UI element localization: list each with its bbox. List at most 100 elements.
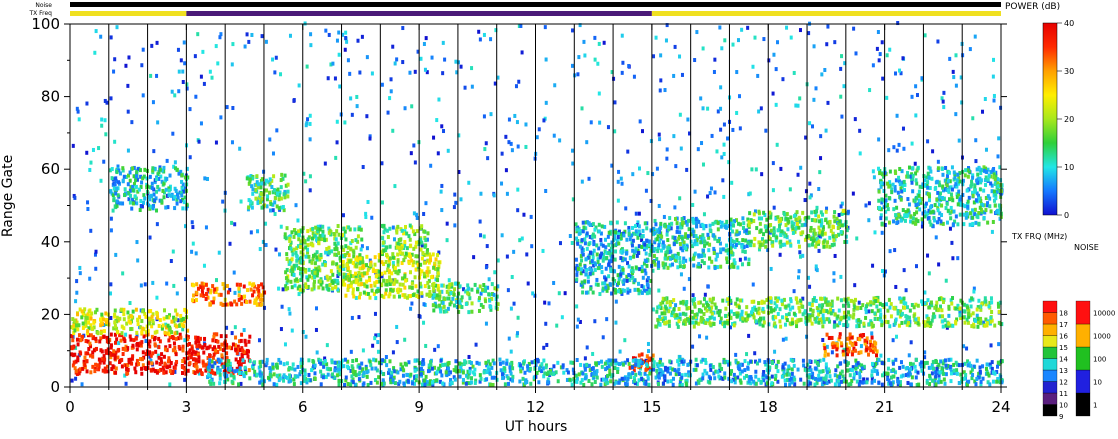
echo-cell — [667, 225, 671, 230]
echo-cell — [156, 184, 160, 189]
noise-echo-cell — [624, 206, 628, 211]
noise-echo-cell — [512, 301, 516, 306]
noise-echo-cell — [123, 187, 127, 192]
noise-echo-cell — [401, 26, 405, 31]
echo-cell — [441, 362, 445, 367]
noise-echo-cell — [706, 284, 710, 289]
echo-cell — [409, 270, 413, 275]
noise-echo-cell — [309, 43, 313, 48]
echo-cell — [634, 265, 638, 270]
echo-cell — [197, 355, 201, 360]
noise-echo-cell — [826, 100, 830, 105]
echo-cell — [346, 381, 350, 386]
noise-echo-cell — [238, 146, 242, 151]
noise-echo-cell — [774, 67, 778, 72]
noise-echo-cell — [113, 57, 117, 62]
echo-cell — [908, 361, 912, 366]
echo-cell — [373, 255, 377, 260]
noise-echo-cell — [88, 167, 92, 172]
echo-cell — [232, 375, 236, 380]
echo-cell — [432, 265, 436, 270]
echo-cell — [102, 354, 106, 359]
echo-cell — [113, 340, 117, 345]
echo-cell — [286, 286, 290, 291]
echo-cell — [470, 287, 474, 292]
noise-echo-cell — [505, 254, 509, 259]
noise-echo-cell — [570, 63, 574, 68]
echo-cell — [657, 264, 661, 269]
noise-echo-cell — [553, 83, 557, 88]
echo-cell — [310, 260, 314, 265]
echo-cell — [967, 379, 971, 384]
echo-cell — [174, 336, 178, 341]
echo-cell — [259, 293, 263, 298]
noise-echo-cell — [489, 112, 493, 117]
echo-cell — [887, 378, 891, 383]
echo-cell — [469, 361, 473, 366]
noise-echo-cell — [871, 63, 875, 68]
echo-cell — [335, 373, 339, 378]
echo-cell — [541, 366, 545, 371]
noise-echo-cell — [370, 71, 374, 76]
echo-cell — [388, 269, 392, 274]
echo-cell — [113, 324, 117, 329]
noise-echo-cell — [136, 258, 140, 263]
noise-echo-cell — [637, 211, 641, 216]
echo-cell — [898, 365, 902, 370]
echo-cell — [128, 170, 132, 175]
noise-echo-cell — [736, 38, 740, 43]
echo-cell — [436, 267, 440, 272]
noise-echo-cell — [516, 315, 520, 320]
echo-cell — [202, 363, 206, 368]
echo-cell — [229, 301, 233, 306]
noise-echo-cell — [445, 238, 449, 243]
echo-cell — [354, 373, 358, 378]
echo-cell — [666, 265, 670, 270]
noise-echo-cell — [942, 105, 946, 110]
noise-echo-cell — [589, 120, 593, 125]
echo-cell — [109, 332, 113, 337]
noise-echo-cell — [355, 104, 359, 109]
echo-cell — [686, 362, 690, 367]
noise-echo-cell — [74, 376, 78, 381]
noise-echo-cell — [593, 57, 597, 62]
noise-echo-cell — [951, 69, 955, 74]
echo-cell — [375, 279, 379, 284]
echo-cell — [268, 190, 272, 195]
noise-echo-cell — [197, 139, 201, 144]
echo-cell — [426, 231, 430, 236]
echo-cell — [990, 366, 994, 371]
echo-cell — [540, 362, 544, 367]
echo-cell — [86, 329, 90, 334]
echo-cell — [114, 176, 118, 181]
noise-echo-cell — [275, 128, 279, 133]
echo-cell — [180, 365, 184, 370]
echo-cell — [254, 196, 258, 201]
radar-summary-plot: Noise TX Freq 0 3 6 9 12 15 18 21 24 0 20 40 60 80 10… — [0, 0, 1118, 435]
echo-cell — [425, 292, 429, 297]
noise-echo-cell — [941, 99, 945, 104]
noise-echo-cell — [274, 247, 278, 252]
echo-cell — [177, 323, 181, 328]
echo-cell — [260, 181, 264, 186]
noise-echo-cell — [214, 140, 218, 145]
noise-echo-cell — [772, 205, 776, 210]
echo-cell — [709, 367, 713, 372]
noise-echo-cell — [544, 321, 548, 326]
echo-cell — [219, 292, 223, 297]
noise-echo-cell — [141, 47, 145, 52]
echo-cell — [289, 279, 293, 284]
echo-cell — [319, 382, 323, 387]
echo-cell — [251, 187, 255, 192]
noise-echo-cell — [173, 160, 177, 165]
echo-cell — [210, 369, 214, 374]
echo-cell — [978, 365, 982, 370]
echo-cell — [943, 358, 947, 363]
noise-echo-cell — [309, 32, 313, 37]
echo-cell — [76, 355, 80, 360]
noise-echo-cell — [368, 136, 372, 141]
echo-cell — [241, 348, 245, 353]
echo-cell — [908, 367, 912, 372]
echo-cell — [671, 376, 675, 381]
echo-cell — [681, 259, 685, 264]
